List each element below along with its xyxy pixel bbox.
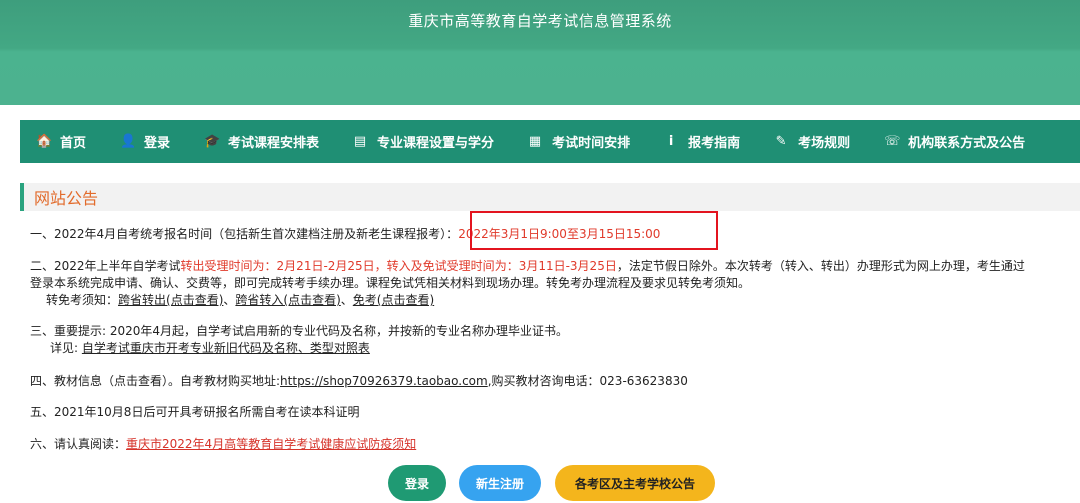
- nav-item-0[interactable]: 🏠 首页: [36, 132, 86, 151]
- header-banner: 重庆市高等教育自学考试信息管理系统: [0, 0, 1080, 105]
- notice-item-2-line2: 登录本系统完成申请、确认、交费等，即可完成转考手续办理。课程免试凭相关材料到现场…: [30, 276, 751, 290]
- nav-item-label: 考试课程安排表: [228, 136, 320, 151]
- nav-item-6[interactable]: ✎ 考场规则: [774, 132, 850, 151]
- pencil-icon: ✎: [775, 134, 787, 149]
- graduation-cap-icon: 🎓: [204, 134, 221, 149]
- site-title: 重庆市高等教育自学考试信息管理系统: [408, 12, 672, 30]
- transfer-in-link[interactable]: 跨省转入(点击查看): [235, 293, 340, 307]
- nav-item-label: 登录: [144, 136, 171, 151]
- user-icon: 👤: [120, 134, 137, 149]
- calendar-icon: ▦: [528, 134, 542, 149]
- nav-item-label: 专业课程设置与学分: [377, 136, 495, 151]
- notice-item-6: 六、请认真阅读：重庆市2022年4月高等教育自学考试健康应试防疫须知: [30, 437, 417, 451]
- nav-item-label: 报考指南: [688, 136, 741, 151]
- nav-item-7[interactable]: ☏ 机构联系方式及公告: [884, 132, 1025, 151]
- notice-item-2: 二、2022年上半年自学考试转出受理时间为：2月21日-2月25日，转入及免试受…: [30, 259, 1025, 273]
- nav-item-5[interactable]: i 报考指南: [664, 132, 740, 151]
- nav-item-label: 考试时间安排: [552, 136, 631, 151]
- info-icon: i: [668, 134, 674, 149]
- home-icon: 🏠: [36, 134, 53, 149]
- nav-item-4[interactable]: ▦ 考试时间安排: [528, 132, 630, 151]
- nav-item-label: 考场规则: [798, 136, 851, 151]
- transfer-out-link[interactable]: 跨省转出(点击查看): [118, 293, 223, 307]
- notice-title: 网站公告: [34, 189, 99, 208]
- nav-item-label: 首页: [60, 136, 87, 151]
- phone-icon: ☏: [884, 134, 901, 149]
- exam-area-notice-button[interactable]: 各考区及主考学校公告: [555, 465, 715, 501]
- exemption-link[interactable]: 免考(点击查看): [353, 293, 434, 307]
- id-card-icon: ▤: [353, 134, 367, 149]
- nav-item-2[interactable]: 🎓 考试课程安排表: [204, 132, 319, 151]
- main-nav: 🏠 首页 👤 登录 🎓 考试课程安排表 ▤ 专业课程设置与学分 ▦ 考试时间安排 i 报考指南 ✎ 考场规…: [20, 120, 1080, 163]
- major-code-table-link[interactable]: 自学考试重庆市开考专业新旧代码及名称、类型对照表: [82, 341, 370, 355]
- notice-item-2-line3: 转免考须知：跨省转出(点击查看)、跨省转入(点击查看)、免考(点击查看): [46, 293, 435, 307]
- notice-item-3-line2: 详见: 自学考试重庆市开考专业新旧代码及名称、类型对照表: [50, 341, 370, 355]
- nav-item-3[interactable]: ▤ 专业课程设置与学分: [353, 132, 494, 151]
- nav-item-1[interactable]: 👤 登录: [120, 132, 170, 151]
- notice-item-3: 三、重要提示: 2020年4月起，自学考试启用新的专业代码及名称，并按新的专业名…: [30, 324, 569, 338]
- register-button[interactable]: 新生注册: [459, 465, 541, 501]
- login-button[interactable]: 登录: [388, 465, 446, 501]
- textbook-shop-link[interactable]: https://shop70926379.taobao.com: [280, 374, 488, 388]
- notice-item-4: 四、教材信息（点击查看）。自考教材购买地址:https://shop709263…: [30, 374, 688, 388]
- health-guide-link[interactable]: 重庆市2022年4月高等教育自学考试健康应试防疫须知: [126, 437, 416, 451]
- highlight-annotation-box: [470, 211, 718, 250]
- notice-item-5: 五、2021年10月8日后可开具考研报名所需自考在读本科证明: [30, 405, 360, 419]
- nav-item-label: 机构联系方式及公告: [908, 136, 1026, 151]
- notice-header: 网站公告: [20, 183, 1080, 211]
